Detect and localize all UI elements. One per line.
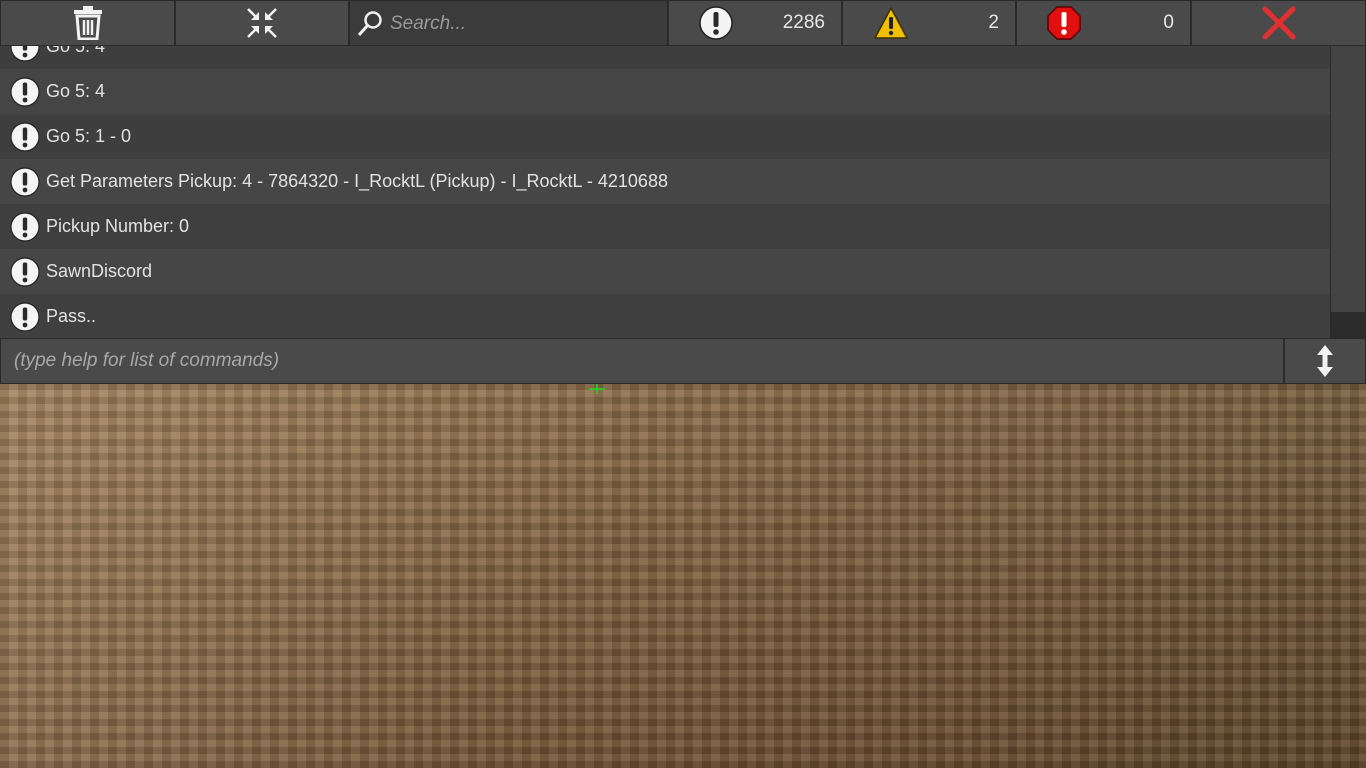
log-scrollbar-thumb[interactable] (1331, 46, 1365, 312)
warning-filter-button[interactable]: 2 (843, 1, 1015, 45)
info-exclamation-icon (10, 121, 40, 156)
log-list[interactable]: Go 5: 4 Go 5: 4 Go 5: 1 - 0 Get Parameters … (0, 46, 1330, 338)
log-entry-text: Pickup Number: 0 (46, 216, 190, 236)
info-exclamation-icon (10, 76, 40, 111)
command-input[interactable] (1, 339, 1283, 383)
close-x-icon (1262, 6, 1295, 40)
info-exclamation-icon (10, 301, 40, 336)
trash-icon (73, 6, 102, 40)
search-box[interactable] (350, 1, 667, 47)
log-entry[interactable]: Go 5: 1 - 0 (0, 114, 1330, 159)
log-entry-text: Pass.. (46, 306, 97, 326)
error-filter-button[interactable]: 0 (1017, 1, 1190, 45)
close-console-button[interactable] (1192, 1, 1365, 45)
info-filter-button[interactable]: 2286 (669, 1, 841, 45)
debug-console: 2286 2 0 Go 5: 4Go 5: 4Go 5: 1 - (0, 0, 1366, 384)
warning-triangle-icon (874, 7, 908, 39)
clear-log-button[interactable] (1, 1, 174, 45)
log-entry[interactable]: Pass.. (0, 294, 1330, 338)
info-exclamation-icon (10, 211, 40, 246)
log-entry-text: Get Parameters Pickup: 4 - 7864320 - I_R… (46, 171, 668, 191)
info-exclamation-icon (10, 46, 40, 66)
log-entry-text: Go 5: 4 (46, 46, 106, 56)
log-entry[interactable]: Go 5: 4 (0, 69, 1330, 114)
info-count: 2286 (782, 12, 825, 33)
log-entry[interactable]: SawnDiscord (0, 249, 1330, 294)
log-entry-text: Go 5: 1 - 0 (46, 126, 132, 146)
search-input[interactable] (388, 1, 662, 47)
log-entry[interactable]: Pickup Number: 0 (0, 204, 1330, 249)
console-toolbar: 2286 2 0 (0, 0, 1366, 47)
crosshair-icon (589, 384, 605, 394)
search-icon (357, 11, 382, 37)
collapse-button[interactable] (176, 1, 348, 45)
collapse-arrows-icon (247, 8, 277, 38)
warning-count: 2 (988, 12, 999, 33)
game-ground-terrain (0, 384, 1366, 768)
log-entry[interactable]: Get Parameters Pickup: 4 - 7864320 - I_R… (0, 159, 1330, 204)
vertical-resize-icon (1317, 345, 1333, 377)
info-exclamation-icon (10, 256, 40, 291)
error-count: 0 (1163, 12, 1174, 33)
log-entry-text: Go 5: 4 (46, 81, 106, 101)
log-entry[interactable]: Go 5: 4 (0, 46, 1330, 69)
log-entry-text: SawnDiscord (46, 261, 153, 281)
resize-console-button[interactable] (1285, 339, 1365, 383)
command-bar (0, 338, 1366, 384)
info-exclamation-icon (10, 166, 40, 201)
info-exclamation-icon (699, 6, 733, 40)
error-octagon-icon (1047, 6, 1081, 40)
